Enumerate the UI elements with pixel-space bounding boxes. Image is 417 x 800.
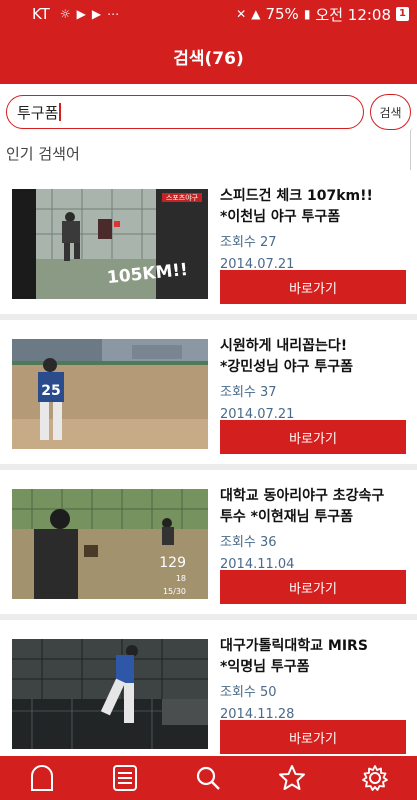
result-title-line2[interactable]: 투수 *이현재님 투구폼: [220, 507, 406, 528]
tab-home[interactable]: [22, 758, 62, 798]
video-thumbnail[interactable]: 스포츠야구 105KM!!: [12, 189, 208, 299]
battery-icon: ▮: [303, 7, 311, 21]
search-button[interactable]: 검색: [370, 94, 411, 130]
result-title-line1[interactable]: 시원하게 내리꼽는다!: [220, 336, 406, 357]
list-icon: [113, 765, 138, 791]
go-button[interactable]: 바로가기: [220, 420, 406, 454]
result-title-line2[interactable]: *이천님 야구 투구폼: [220, 207, 406, 228]
popular-searches-label[interactable]: 인기 검색어: [6, 143, 80, 164]
tab-search[interactable]: [188, 758, 228, 798]
tab-settings[interactable]: [355, 758, 395, 798]
alarm-icon: ☼: [59, 7, 71, 21]
search-bar: 투구폼 검색: [0, 84, 417, 140]
mute-icon: ✕: [236, 7, 247, 21]
more-icon: ⋯: [107, 7, 120, 21]
signal-icon: ▲: [251, 7, 261, 21]
view-count: 조회수 27: [220, 235, 277, 250]
clock-time: 오전 12:08: [315, 5, 392, 24]
results-list[interactable]: 스포츠야구 105KM!! 스피드건 체크 107km!! *이천님 야구 투구…: [0, 170, 417, 756]
result-card[interactable]: 대구가톨릭대학교 MIRS *익명님 투구폼 조회수 50 2014.11.28…: [0, 620, 417, 756]
text-caret: [59, 103, 62, 121]
status-bar: KT ☼ ▶ ▶ ⋯ ✕ ▲ 75% ▮ 오전 12:08 1: [0, 0, 417, 28]
bottom-tab-bar: [0, 756, 417, 800]
result-title-line1[interactable]: 대학교 동아리야구 초강속구: [220, 486, 406, 507]
thumbnail-image-infield: 25: [12, 339, 208, 449]
page-title: 검색(76): [173, 48, 244, 69]
go-button[interactable]: 바로가기: [220, 270, 406, 304]
svg-text:스포츠야구: 스포츠야구: [166, 193, 199, 202]
video-thumbnail[interactable]: 129 18 15/30: [12, 489, 208, 599]
thumbnail-image-field: 129 18 15/30: [12, 489, 208, 599]
result-title-line2[interactable]: *익명님 투구폼: [220, 657, 406, 678]
result-info: 대구가톨릭대학교 MIRS *익명님 투구폼 조회수 50 2014.11.28: [220, 636, 406, 726]
search-icon: [197, 766, 221, 790]
notification-badge: 1: [396, 7, 409, 21]
result-info: 대학교 동아리야구 초강속구 투수 *이현재님 투구폼 조회수 36 2014.…: [220, 486, 406, 576]
star-icon: [278, 765, 305, 790]
result-card[interactable]: 25 시원하게 내리꼽는다! *강민성님 야구 투구폼 조회수 37 2014.…: [0, 320, 417, 464]
result-card[interactable]: 129 18 15/30 대학교 동아리야구 초강속구 투수 *이현재님 투구폼…: [0, 470, 417, 614]
jersey-number: 25: [41, 383, 60, 399]
tab-favorites[interactable]: [272, 758, 312, 798]
go-button[interactable]: 바로가기: [220, 720, 406, 754]
battery-level: 75%: [265, 5, 299, 23]
home-icon: [30, 765, 53, 791]
result-title-line1[interactable]: 대구가톨릭대학교 MIRS: [220, 636, 406, 657]
frame-readout: 15/30: [163, 587, 186, 596]
gear-icon: [362, 765, 389, 791]
result-title-line1[interactable]: 스피드건 체크 107km!!: [220, 186, 406, 207]
search-input[interactable]: 투구폼: [6, 95, 364, 129]
view-count: 조회수 37: [220, 385, 277, 400]
play-icon: ▶: [91, 7, 102, 21]
thumbnail-image-night-field: [12, 639, 208, 749]
result-title-line2[interactable]: *강민성님 야구 투구폼: [220, 357, 406, 378]
result-card[interactable]: 스포츠야구 105KM!! 스피드건 체크 107km!! *이천님 야구 투구…: [0, 170, 417, 314]
view-count: 조회수 50: [220, 685, 277, 700]
carrier-label: KT: [32, 5, 50, 23]
view-count: 조회수 36: [220, 535, 277, 550]
go-button[interactable]: 바로가기: [220, 570, 406, 604]
speed-readout: 129: [159, 555, 186, 571]
pitch-count: 18: [176, 574, 186, 583]
thumbnail-image-pitching-cage: 스포츠야구 105KM!!: [12, 189, 208, 299]
status-icons: ☼ ▶ ▶ ⋯: [60, 7, 119, 21]
search-input-value: 투구폼: [17, 103, 59, 122]
video-thumbnail[interactable]: [12, 639, 208, 749]
result-info: 시원하게 내리꼽는다! *강민성님 야구 투구폼 조회수 37 2014.07.…: [220, 336, 406, 426]
video-thumbnail[interactable]: 25: [12, 339, 208, 449]
result-info: 스피드건 체크 107km!! *이천님 야구 투구폼 조회수 27 2014.…: [220, 186, 406, 276]
play-icon: ▶: [76, 7, 86, 21]
app-header: 검색(76): [0, 28, 417, 84]
tab-list[interactable]: [105, 758, 145, 798]
